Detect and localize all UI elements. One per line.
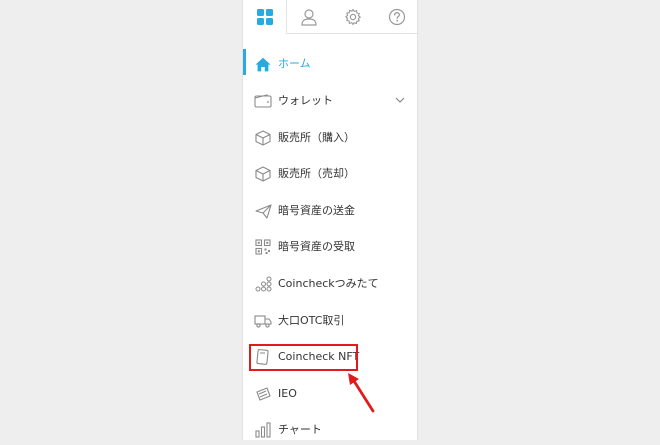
sidebar-item-label: IEO xyxy=(278,387,297,400)
cube-icon xyxy=(254,166,272,182)
sidebar-item-chart[interactable]: チャート xyxy=(243,415,419,445)
sidebar-item-home[interactable]: ホーム xyxy=(243,49,419,79)
sidebar-tabs xyxy=(243,0,419,34)
sidebar-item-send[interactable]: 暗号資産の送金 xyxy=(243,196,419,226)
sidebar-item-label: チャート xyxy=(278,423,322,436)
gear-icon xyxy=(345,8,361,26)
bar-chart-icon xyxy=(254,422,272,438)
sidebar-item-label: ホーム xyxy=(278,57,311,70)
tab-help[interactable] xyxy=(375,0,419,34)
sidebar-item-label: 大口OTC取引 xyxy=(278,314,345,327)
sidebar-item-label: 暗号資産の受取 xyxy=(278,240,355,253)
cube-icon xyxy=(254,130,272,146)
sidebar-item-sell[interactable]: 販売所（売却） xyxy=(243,159,419,189)
grid-icon xyxy=(256,9,273,25)
chevron-down-icon[interactable] xyxy=(395,96,405,104)
home-icon xyxy=(254,56,272,72)
truck-icon xyxy=(254,313,272,329)
sidebar-item-buy[interactable]: 販売所（購入） xyxy=(243,123,419,153)
tab-account[interactable] xyxy=(287,0,331,34)
qr-code-icon xyxy=(254,239,272,255)
sidebar-item-otc[interactable]: 大口OTC取引 xyxy=(243,306,419,336)
sidebar-item-label: 販売所（売却） xyxy=(278,167,355,180)
tab-dashboard[interactable] xyxy=(243,0,287,34)
sidebar-item-ieo[interactable]: IEO xyxy=(243,379,419,409)
sidebar-item-label: 暗号資産の送金 xyxy=(278,204,355,217)
coins-stack-icon xyxy=(254,276,272,292)
user-icon xyxy=(301,9,317,26)
paper-plane-icon xyxy=(254,203,272,219)
sidebar-item-wallet[interactable]: ウォレット xyxy=(243,86,419,116)
help-icon xyxy=(388,8,406,26)
sidebar-item-receive[interactable]: 暗号資産の受取 xyxy=(243,232,419,262)
sidebar-item-nft[interactable]: Coincheck NFT xyxy=(243,342,419,372)
ieo-icon xyxy=(254,386,272,402)
sidebar-item-label: 販売所（購入） xyxy=(278,131,355,144)
nft-card-icon xyxy=(254,349,272,365)
sidebar-item-label: ウォレット xyxy=(278,94,333,107)
sidebar-item-label: Coincheck NFT xyxy=(278,350,360,363)
sidebar-item-label: Coincheckつみたて xyxy=(278,277,379,290)
sidebar-panel: ホーム ウォレット 販売所（購入） 販売所（売却） 暗号資産の送金 暗号資産の受… xyxy=(242,0,419,440)
wallet-icon xyxy=(254,93,272,109)
tab-settings[interactable] xyxy=(331,0,375,34)
sidebar-item-tsumitate[interactable]: Coincheckつみたて xyxy=(243,269,419,299)
